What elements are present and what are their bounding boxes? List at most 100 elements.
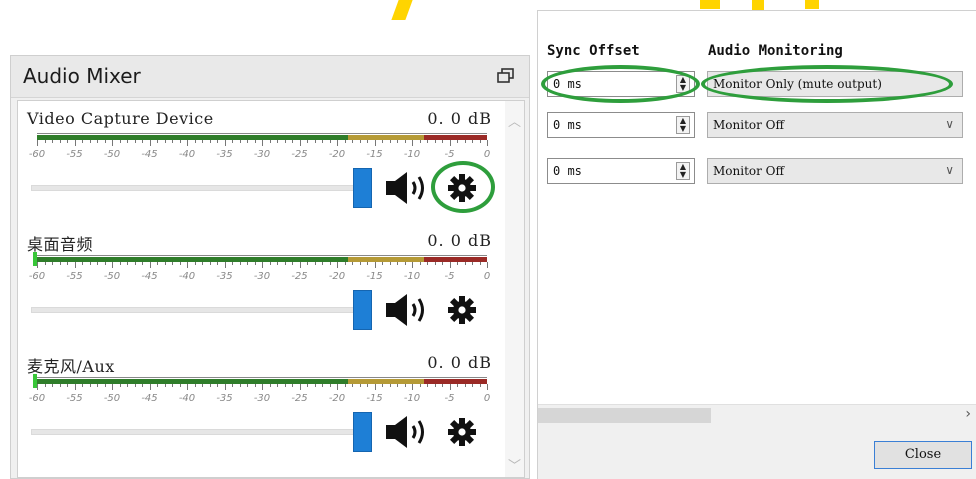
meter-tick <box>464 384 466 387</box>
meter-tick <box>224 140 226 146</box>
audio-monitoring-header: Audio Monitoring <box>708 43 843 59</box>
meter-tick <box>419 140 421 143</box>
meter-tick <box>457 384 458 387</box>
meter-tick <box>464 262 466 265</box>
meter-tick <box>67 384 68 387</box>
meter-tick <box>427 384 428 387</box>
meter-tick-label: -10 <box>403 149 421 160</box>
meter-tick <box>329 262 331 265</box>
scrollbar-thumb[interactable] <box>538 408 711 423</box>
meter-tick <box>284 262 286 265</box>
meter-tick-label: -50 <box>103 149 121 160</box>
meter-tick <box>382 140 383 143</box>
spin-arrows-icon[interactable]: ▲ ▼ <box>676 162 690 180</box>
meter-tick <box>52 262 53 265</box>
meter-tick <box>427 262 428 265</box>
meter-tick <box>449 140 451 146</box>
horizontal-scrollbar[interactable]: › <box>538 404 976 425</box>
volume-slider-handle[interactable] <box>353 290 372 330</box>
meter-tick <box>337 140 338 146</box>
channel-volume-db: 0. 0 dB <box>427 231 492 250</box>
meter-tick <box>179 262 181 265</box>
sync-offset-spinbox[interactable]: 0 ms ▲ ▼ <box>547 112 695 138</box>
speaker-icon[interactable] <box>384 171 430 205</box>
mixer-channel: 麦克风/Aux 0. 0 dB -60 -55 -50 -45 -40 -35 -30 -25… <box>18 347 504 471</box>
volume-slider-handle[interactable] <box>353 168 372 208</box>
scroll-up-icon[interactable]: ︿ <box>508 111 521 130</box>
float-window-icon[interactable] <box>497 68 515 84</box>
meter-tick <box>89 140 91 143</box>
meter-tick <box>134 384 136 387</box>
channel-name: 麦克风/Aux <box>27 357 115 376</box>
sync-offset-value[interactable]: 0 ms <box>553 164 582 178</box>
chevron-down-icon[interactable]: ∨ <box>945 117 954 131</box>
meter-tick <box>232 262 233 265</box>
meter-tick <box>157 140 158 143</box>
meter-tick <box>97 384 98 387</box>
meter-tick <box>149 262 151 268</box>
scroll-down-icon[interactable]: ﹀ <box>508 455 521 474</box>
meter-tick <box>89 262 91 265</box>
mixer-title: Audio Mixer <box>23 64 141 88</box>
meter-tick <box>157 262 158 265</box>
meter-tick-label: 0 <box>483 393 491 404</box>
meter-tick <box>104 262 106 265</box>
audio-monitoring-dropdown[interactable]: Monitor Off ∨ <box>707 158 963 184</box>
mixer-vertical-scrollbar[interactable]: ︿ ﹀ <box>505 101 524 477</box>
volume-slider[interactable] <box>31 429 361 435</box>
sync-offset-spinbox[interactable]: 0 ms ▲ ▼ <box>547 158 695 184</box>
meter-tick-label: -30 <box>253 393 271 404</box>
meter-tick <box>44 384 46 387</box>
meter-tick-label: -50 <box>103 271 121 282</box>
meter-tick <box>187 262 188 268</box>
audio-monitoring-value[interactable]: Monitor Off <box>713 164 784 178</box>
sync-offset-value[interactable]: 0 ms <box>553 118 582 132</box>
close-button[interactable]: Close <box>874 441 972 469</box>
audio-monitoring-dropdown[interactable]: Monitor Off ∨ <box>707 112 963 138</box>
meter-tick <box>194 140 196 143</box>
speaker-icon[interactable] <box>384 415 430 449</box>
watermark-fragment <box>391 0 413 20</box>
scroll-right-icon[interactable]: › <box>965 406 971 422</box>
meter-tick <box>337 384 338 390</box>
meter-tick <box>44 140 46 143</box>
monitoring-highlight-annotation <box>701 65 953 103</box>
meter-tick <box>97 262 98 265</box>
meter-tick <box>269 384 271 387</box>
meter-tick <box>149 384 151 390</box>
meter-tick <box>472 384 473 387</box>
meter-tick-label: -55 <box>66 393 83 404</box>
audio-mixer-panel: Audio Mixer Video Capture Device 0. 0 dB… <box>10 55 530 479</box>
watermark-fragment <box>752 0 764 10</box>
mixer-channel: 桌面音频 0. 0 dB -60 -55 -50 -45 -40 -35 -30 -25 -20… <box>18 225 504 349</box>
meter-tick <box>127 384 128 387</box>
meter-tick <box>284 140 286 143</box>
meter-tick <box>59 384 61 387</box>
meter-tick-label: -20 <box>328 393 346 404</box>
meter-tick-label: -10 <box>403 271 421 282</box>
meter-tick <box>352 140 353 143</box>
meter-tick <box>307 384 308 387</box>
gear-icon[interactable] <box>447 295 477 325</box>
volume-slider[interactable] <box>31 307 361 313</box>
meter-tick <box>209 384 211 387</box>
meter-scale: -60 -55 -50 -45 -40 -35 -30 -25 -20 -15 -10 -5 0 <box>29 271 500 285</box>
meter-tick <box>202 384 203 387</box>
meter-tick <box>479 262 481 265</box>
meter-tick <box>134 140 136 143</box>
meter-tick <box>172 384 173 387</box>
meter-tick <box>67 262 68 265</box>
chevron-down-icon[interactable]: ∨ <box>945 163 954 177</box>
audio-monitoring-value[interactable]: Monitor Off <box>713 118 784 132</box>
meter-tick <box>82 384 83 387</box>
gear-icon[interactable] <box>447 417 477 447</box>
spin-arrows-icon[interactable]: ▲ ▼ <box>676 116 690 134</box>
volume-slider-handle[interactable] <box>353 412 372 452</box>
meter-tick <box>187 140 188 146</box>
speaker-icon[interactable] <box>384 293 430 327</box>
meter-tick <box>427 140 428 143</box>
volume-slider[interactable] <box>31 185 361 191</box>
meter-tick <box>487 262 488 268</box>
meter-tick <box>487 140 488 146</box>
meter-tick <box>277 262 278 265</box>
